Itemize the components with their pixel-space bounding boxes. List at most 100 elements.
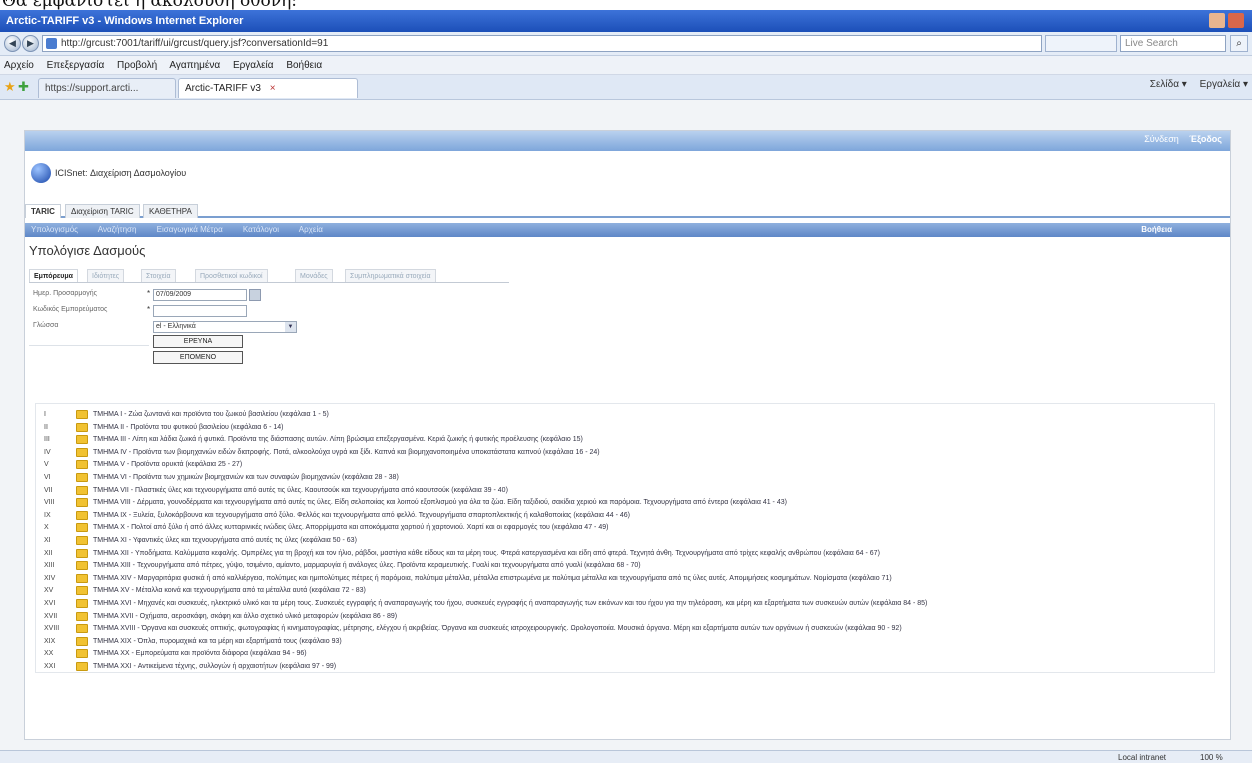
nav-item-search[interactable]: Αναζήτηση	[98, 225, 137, 234]
browser-tab-arctic[interactable]: Arctic-TARIFF v3 ×	[178, 78, 358, 98]
tree-row[interactable]: XXI ΤΜΗΜΑ XXI - Αντικείμενα τέχνης, συλλο…	[36, 660, 1214, 673]
search-input[interactable]: Live Search	[1120, 35, 1226, 52]
folder-icon[interactable]	[76, 422, 88, 432]
tree-row[interactable]: II ΤΜΗΜΑ II - Προϊόντα του φυτικού βασιλε…	[36, 421, 1214, 434]
nav-item-measures[interactable]: Εισαγωγικά Μέτρα	[157, 225, 223, 234]
tree-row[interactable]: I ΤΜΗΜΑ I - Ζώα ζωντανά και προϊόντα του …	[36, 408, 1214, 421]
section-label[interactable]: ΤΜΗΜΑ I - Ζώα ζωντανά και προϊόντα του ζ…	[93, 408, 329, 421]
menu-view[interactable]: Προβολή	[117, 60, 157, 71]
folder-icon[interactable]	[76, 485, 88, 495]
minimize-button[interactable]	[1209, 13, 1225, 28]
tree-row[interactable]: XVII ΤΜΗΜΑ XVII - Οχήματα, αεροσκάφη, σκά…	[36, 610, 1214, 623]
menu-help[interactable]: Βοήθεια	[286, 60, 322, 71]
section-label[interactable]: ΤΜΗΜΑ XV - Μέταλλα κοινά και τεχνουργήμα…	[93, 584, 366, 597]
folder-icon[interactable]	[76, 561, 88, 571]
folder-icon[interactable]	[76, 624, 88, 634]
folder-icon[interactable]	[76, 523, 88, 533]
section-label[interactable]: ΤΜΗΜΑ XVI - Μηχανές και συσκευές, ηλεκτρ…	[93, 597, 927, 610]
tools-menu[interactable]: Εργαλεία ▾	[1200, 79, 1248, 90]
nav-item-files[interactable]: Αρχεία	[299, 225, 323, 234]
add-favorite-icon[interactable]: ✚	[18, 79, 29, 95]
back-arrow-icon[interactable]: ◀	[4, 35, 21, 52]
logout-link[interactable]: Έξοδος	[1189, 134, 1222, 144]
section-label[interactable]: ΤΜΗΜΑ XVII - Οχήματα, αεροσκάφη, σκάφη κ…	[93, 610, 397, 623]
folder-icon[interactable]	[76, 599, 88, 608]
tree-row[interactable]: XVI ΤΜΗΜΑ XVI - Μηχανές και συσκευές, ηλε…	[36, 597, 1214, 610]
folder-icon[interactable]	[76, 649, 88, 659]
tree-row[interactable]: XIII ΤΜΗΜΑ XIII - Τεχνουργήματα από πέτρε…	[36, 559, 1214, 572]
menu-favorites[interactable]: Αγαπημένα	[169, 60, 220, 71]
folder-icon[interactable]	[76, 447, 88, 457]
tab-taric[interactable]: TARIC	[25, 204, 61, 218]
section-label[interactable]: ΤΜΗΜΑ IV - Προϊόντα των βιομηχανιών ειδώ…	[93, 446, 600, 459]
tree-row[interactable]: VIII ΤΜΗΜΑ VIII - Δέρματα, γουνοδέρματα κ…	[36, 496, 1214, 509]
tab-supplementary[interactable]: Συμπληρωματικά στοιχεία	[345, 269, 436, 282]
section-label[interactable]: ΤΜΗΜΑ XII - Υποδήματα. Καλύμματα κεφαλής…	[93, 547, 880, 560]
section-label[interactable]: ΤΜΗΜΑ XIII - Τεχνουργήματα από πέτρες, γ…	[93, 559, 641, 572]
section-label[interactable]: ΤΜΗΜΑ XIX - Όπλα, πυρομαχικά και τα μέρη…	[93, 635, 342, 648]
language-select[interactable]: el - Ελληνικά ▼	[153, 321, 297, 333]
url-input[interactable]: http://grcust:7001/tariff/ui/grcust/quer…	[42, 35, 1042, 52]
close-window-button[interactable]	[1228, 13, 1244, 28]
tree-row[interactable]: XIX ΤΜΗΜΑ XIX - Όπλα, πυρομαχικά και τα μ…	[36, 635, 1214, 648]
section-label[interactable]: ΤΜΗΜΑ V - Προϊόντα ορυκτά (κεφάλαια 25 -…	[93, 458, 242, 471]
tree-row[interactable]: XIV ΤΜΗΜΑ XIV - Μαργαριτάρια φυσικά ή από…	[36, 572, 1214, 585]
section-label[interactable]: ΤΜΗΜΑ X - Πολτοί από ξύλο ή από άλλες κυ…	[93, 521, 608, 534]
tree-row[interactable]: XVIII ΤΜΗΜΑ XVIII - Όργανα και συσκευές ο…	[36, 622, 1214, 635]
tree-row[interactable]: IX ΤΜΗΜΑ IX - Ξυλεία, ξυλοκάρβουνα και τε…	[36, 509, 1214, 522]
section-label[interactable]: ΤΜΗΜΑ XI - Υφαντικές ύλες και τεχνουργήμ…	[93, 534, 357, 547]
folder-icon[interactable]	[76, 611, 88, 621]
tree-row[interactable]: VI ΤΜΗΜΑ VI - Προϊόντα των χημικών βιομηχ…	[36, 471, 1214, 484]
folder-icon[interactable]	[76, 410, 88, 419]
calendar-icon[interactable]	[249, 289, 261, 301]
folder-icon[interactable]	[76, 435, 88, 445]
tab-katetira[interactable]: ΚΑΘΕΤΗΡΑ	[143, 204, 198, 218]
favorites-star-icon[interactable]: ★	[4, 79, 16, 95]
zoom-level[interactable]: 100 %	[1200, 751, 1223, 763]
nav-item-calculate[interactable]: Υπολογισμός	[31, 225, 78, 234]
folder-icon[interactable]	[76, 586, 88, 596]
folder-icon[interactable]	[76, 636, 88, 646]
folder-icon[interactable]	[76, 662, 88, 671]
section-label[interactable]: ΤΜΗΜΑ IX - Ξυλεία, ξυλοκάρβουνα και τεχν…	[93, 509, 630, 522]
menu-file[interactable]: Αρχείο	[4, 60, 34, 71]
browser-tab-support[interactable]: https://support.arcti...	[38, 78, 176, 98]
search-icon[interactable]: ⌕	[1230, 35, 1248, 52]
tab-taric-admin[interactable]: Διαχείριση TARIC	[65, 204, 140, 218]
folder-icon[interactable]	[76, 510, 88, 520]
tree-row[interactable]: VII ΤΜΗΜΑ VII - Πλαστικές ύλες και τεχνου…	[36, 484, 1214, 497]
tab-properties[interactable]: Ιδιότητες	[87, 269, 125, 282]
tree-row[interactable]: XI ΤΜΗΜΑ XI - Υφαντικές ύλες και τεχνουργ…	[36, 534, 1214, 547]
menu-tools[interactable]: Εργαλεία	[233, 60, 274, 71]
tree-row[interactable]: XX ΤΜΗΜΑ XX - Εμπορεύματα και προϊόντα δι…	[36, 647, 1214, 660]
search-button[interactable]: ΕΡΕΥΝΑ	[153, 335, 243, 348]
page-menu[interactable]: Σελίδα ▾	[1150, 79, 1187, 90]
folder-icon[interactable]	[76, 460, 88, 470]
help-link[interactable]: Βοήθεια	[1141, 223, 1172, 237]
tab-details[interactable]: Στοιχεία	[141, 269, 176, 282]
goods-code-field[interactable]	[153, 305, 247, 317]
folder-icon[interactable]	[76, 473, 88, 482]
tab-additional-codes[interactable]: Προσθετικοί κωδικοί	[195, 269, 268, 282]
tab-units[interactable]: Μονάδες	[295, 269, 333, 282]
tree-row[interactable]: XV ΤΜΗΜΑ XV - Μέταλλα κοινά και τεχνουργή…	[36, 584, 1214, 597]
address-tools[interactable]	[1045, 35, 1117, 52]
next-button[interactable]: ΕΠΟΜΕΝΟ	[153, 351, 243, 364]
tree-row[interactable]: X ΤΜΗΜΑ X - Πολτοί από ξύλο ή από άλλες κ…	[36, 521, 1214, 534]
section-label[interactable]: ΤΜΗΜΑ VII - Πλαστικές ύλες και τεχνουργή…	[93, 484, 508, 497]
date-field[interactable]: 07/09/2009	[153, 289, 247, 301]
section-label[interactable]: ΤΜΗΜΑ XXI - Αντικείμενα τέχνης, συλλογών…	[93, 660, 336, 673]
section-label[interactable]: ΤΜΗΜΑ XX - Εμπορεύματα και προϊόντα διάφ…	[93, 647, 307, 660]
section-label[interactable]: ΤΜΗΜΑ VI - Προϊόντα των χημικών βιομηχαν…	[93, 471, 399, 484]
tab-close-icon[interactable]: ×	[270, 83, 276, 94]
menu-edit[interactable]: Επεξεργασία	[47, 60, 105, 71]
tree-row[interactable]: IV ΤΜΗΜΑ IV - Προϊόντα των βιομηχανιών ει…	[36, 446, 1214, 459]
section-label[interactable]: ΤΜΗΜΑ XIV - Μαργαριτάρια φυσικά ή από κα…	[93, 572, 892, 585]
folder-icon[interactable]	[76, 548, 88, 558]
login-link[interactable]: Σύνδεση	[1144, 134, 1179, 144]
folder-icon[interactable]	[76, 536, 88, 545]
section-label[interactable]: ΤΜΗΜΑ XVIII - Όργανα και συσκευές οπτική…	[93, 622, 902, 635]
folder-icon[interactable]	[76, 573, 88, 583]
section-label[interactable]: ΤΜΗΜΑ III - Λίπη και λάδια ζωικά ή φυτικ…	[93, 433, 583, 446]
section-label[interactable]: ΤΜΗΜΑ II - Προϊόντα του φυτικού βασιλείο…	[93, 421, 284, 434]
